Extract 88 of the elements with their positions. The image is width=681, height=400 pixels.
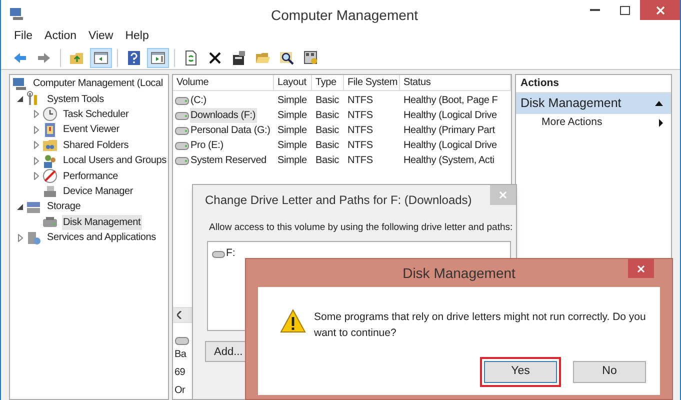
path-item[interactable]: F: bbox=[226, 246, 236, 262]
menu-item[interactable]: File bbox=[9, 28, 38, 46]
tree-item[interactable]: Local Users and Groups bbox=[62, 153, 168, 168]
table-cell-text: Simple bbox=[278, 154, 307, 168]
disk-info-text: Ba bbox=[174, 348, 186, 362]
computer-icon bbox=[12, 76, 28, 92]
device-icon bbox=[42, 183, 58, 200]
table-cell-text: Healthy (Logical Drive bbox=[404, 139, 497, 153]
table-cell-text: Basic bbox=[316, 154, 339, 168]
table-cell-text: NTFS bbox=[348, 94, 373, 108]
table-cell-text: Simple bbox=[278, 124, 307, 138]
close-icon bbox=[637, 264, 645, 272]
users-icon bbox=[42, 152, 58, 169]
tree-item[interactable]: Event Viewer bbox=[62, 122, 120, 138]
table-cell-text: NTFS bbox=[348, 109, 373, 123]
table-cell[interactable]: Personal Data (G:) bbox=[190, 123, 272, 138]
column-header[interactable]: Volume bbox=[172, 75, 274, 90]
tree-item[interactable]: Disk Management bbox=[62, 214, 142, 230]
table-cell-text: Healthy (Boot, Page F bbox=[404, 94, 498, 108]
pane-icon bbox=[93, 50, 109, 66]
table-cell[interactable]: (C:) bbox=[190, 93, 208, 108]
close-icon bbox=[499, 191, 507, 199]
tree-item[interactable]: Performance bbox=[62, 168, 120, 184]
scroll-left-icon bbox=[176, 311, 182, 320]
app-icon bbox=[9, 6, 25, 22]
table-cell-text: NTFS bbox=[348, 139, 373, 153]
drive-icon bbox=[174, 142, 188, 150]
drive-icon bbox=[174, 96, 188, 104]
drive-icon bbox=[174, 126, 188, 134]
submenu-arrow-icon bbox=[659, 119, 663, 127]
window-title: Computer Management bbox=[271, 6, 418, 25]
column-header[interactable]: File System bbox=[344, 75, 400, 90]
tree-item[interactable]: Task Scheduler bbox=[62, 106, 130, 122]
table-cell[interactable]: Pro (E:) bbox=[190, 138, 224, 153]
maximize-icon bbox=[620, 6, 630, 14]
disk-info-text: 69 bbox=[174, 366, 186, 380]
dialog-button[interactable]: No bbox=[573, 361, 646, 383]
table-cell-text: Healthy (System, Acti bbox=[404, 154, 494, 168]
drive-icon bbox=[174, 112, 188, 120]
table-cell[interactable]: System Reserved bbox=[190, 153, 268, 168]
table-cell-text: Simple bbox=[278, 139, 307, 153]
services-icon bbox=[26, 230, 42, 246]
tree-item[interactable]: Services and Applications bbox=[46, 230, 157, 246]
help-icon bbox=[126, 50, 142, 66]
column-header[interactable]: Type bbox=[312, 75, 344, 90]
table-cell-text: NTFS bbox=[348, 154, 373, 168]
column-header[interactable]: Layout bbox=[274, 75, 312, 90]
dialog-title: Disk Management bbox=[402, 264, 516, 283]
table-cell-text: Basic bbox=[316, 124, 339, 138]
menu-item[interactable]: View bbox=[84, 28, 118, 46]
close-button[interactable] bbox=[640, 0, 680, 20]
clock-icon bbox=[42, 106, 58, 122]
table-cell-text: Basic bbox=[316, 109, 339, 123]
table-cell-text: Basic bbox=[316, 94, 339, 108]
drive-icon bbox=[212, 250, 225, 258]
action-item[interactable]: More Actions bbox=[516, 114, 671, 132]
menu-item[interactable]: Action bbox=[40, 28, 82, 46]
dialog-title: Change Drive Letter and Paths for F: (Downloads) bbox=[205, 192, 473, 209]
log-icon bbox=[42, 122, 58, 138]
dialog-prompt: Allow access to this volume by using the following drive letter and paths: bbox=[208, 221, 514, 235]
close-button[interactable] bbox=[628, 259, 654, 278]
drive-icon bbox=[174, 156, 188, 164]
delete-icon bbox=[207, 50, 223, 66]
tree-item[interactable]: Storage bbox=[46, 199, 82, 214]
table-cell-text: Basic bbox=[316, 139, 339, 153]
warning-icon bbox=[280, 309, 306, 333]
search-icon bbox=[279, 50, 295, 66]
table-cell[interactable]: Downloads (F:) bbox=[190, 108, 256, 123]
minimize-icon bbox=[590, 9, 600, 11]
refresh-document-icon bbox=[183, 50, 199, 66]
tree-item[interactable]: Shared Folders bbox=[62, 138, 130, 153]
actions-section[interactable]: Disk Management bbox=[516, 93, 671, 114]
table-cell-text: Simple bbox=[278, 109, 307, 123]
table-cell-text: NTFS bbox=[348, 124, 373, 138]
menu-item[interactable]: Help bbox=[120, 28, 154, 46]
message-text: Some programs that rely on drive letters might not run correctly. Do you want to continue? bbox=[314, 310, 647, 341]
table-cell-text: Healthy (Logical Drive bbox=[404, 109, 497, 123]
table-cell-text: Healthy (Primary Part bbox=[404, 124, 495, 138]
close-icon bbox=[656, 6, 664, 14]
tree-item[interactable]: System Tools bbox=[46, 92, 105, 107]
dialog-button[interactable]: Yes bbox=[484, 361, 557, 383]
pane-icon bbox=[150, 50, 166, 66]
tree-item[interactable]: Device Manager bbox=[62, 184, 134, 199]
table-cell-text: Simple bbox=[278, 94, 307, 108]
shared-folder-icon bbox=[42, 137, 58, 154]
tree-item[interactable]: Computer Management (Local bbox=[32, 76, 164, 92]
column-header[interactable]: Status bbox=[400, 75, 510, 90]
disk-info-text: Or bbox=[174, 384, 186, 398]
